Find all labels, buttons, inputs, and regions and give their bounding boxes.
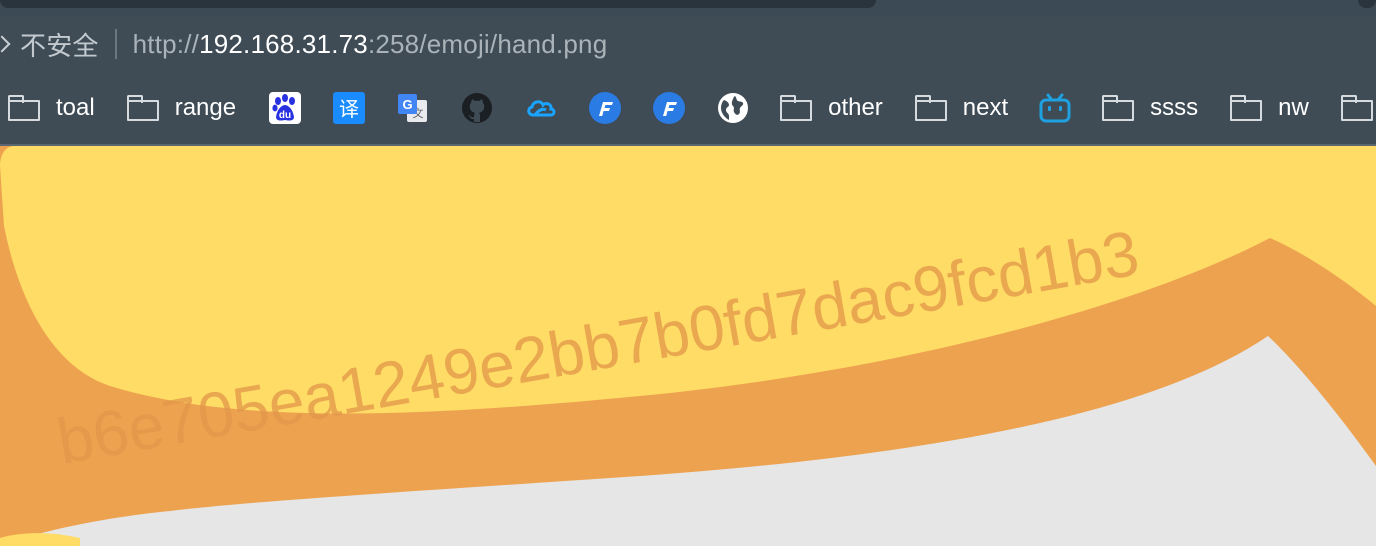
folder-icon [126,95,159,121]
bookmark-google-translate[interactable]: 文 G [396,72,430,144]
bookmark-folder-nw[interactable]: nw [1230,72,1309,144]
bookmark-folder-next[interactable]: next [914,72,1009,144]
image-viewport: b6e705ea1249e2bb7b0fd7dac9fcd1b3 [0,146,1376,546]
bookmark-github[interactable] [460,72,494,144]
svg-text:du: du [279,110,291,121]
hand-image: b6e705ea1249e2bb7b0fd7dac9fcd1b3 [0,146,1376,546]
bookmark-cloud[interactable] [524,72,558,144]
bookmark-label: ssss [1150,94,1199,121]
security-indicator[interactable]: 不安全 [20,26,99,63]
bookmark-translate[interactable]: 译 [332,72,366,144]
back-chevron-icon[interactable] [0,16,12,72]
next-tab[interactable] [1358,0,1376,8]
url-scheme: http:// [132,28,200,59]
security-separator [114,29,117,59]
folder-icon [1102,95,1135,121]
bookmark-f-app-2[interactable] [652,72,686,144]
url-path: :258/emoji/hand.png [367,28,608,59]
bookmark-label: next [962,94,1009,121]
folder-icon [8,95,40,121]
bookmark-label: nw [1278,94,1309,121]
folder-icon [1230,95,1263,121]
globe-icon [716,91,750,125]
tab-strip [0,0,1376,16]
bookmark-folder-range[interactable]: range [126,72,237,144]
url-host: 192.168.31.73 [199,28,368,59]
bookmark-f-app-1[interactable] [588,72,622,144]
bookmark-folder-overflow[interactable] [1340,72,1373,144]
omnibox[interactable]: 不安全 http:// 192.168.31.73 :258/emoji/han… [0,16,1376,72]
cloud-icon [524,91,558,125]
bookmarks-bar: toal range du 译 文 G other next ssss nw [0,72,1376,146]
bookmark-bilibili[interactable] [1038,72,1072,144]
bookmark-globe[interactable] [716,72,750,144]
f-logo-icon [588,91,622,125]
folder-icon [1340,95,1373,121]
bookmark-folder-ssss[interactable]: ssss [1102,72,1198,144]
bookmark-label: other [828,94,883,121]
translate-icon: 译 [332,91,366,125]
bookmark-baidu[interactable]: du [268,72,302,144]
folder-icon [780,95,813,121]
folder-icon [914,95,947,121]
bookmark-folder-toal[interactable]: toal [8,72,95,144]
google-translate-icon: 文 G [396,91,430,125]
bookmark-label: range [174,94,237,121]
github-icon [460,91,494,125]
baidu-icon: du [268,91,302,125]
f-logo-icon [652,91,686,125]
bookmark-label: toal [56,94,95,121]
address-bar: 不安全 http:// 192.168.31.73 :258/emoji/han… [0,16,1376,72]
svg-text:G: G [403,97,413,112]
bilibili-icon [1038,91,1072,125]
svg-text:译: 译 [339,97,359,121]
active-tab[interactable] [0,0,876,8]
bookmark-folder-other[interactable]: other [780,72,883,144]
